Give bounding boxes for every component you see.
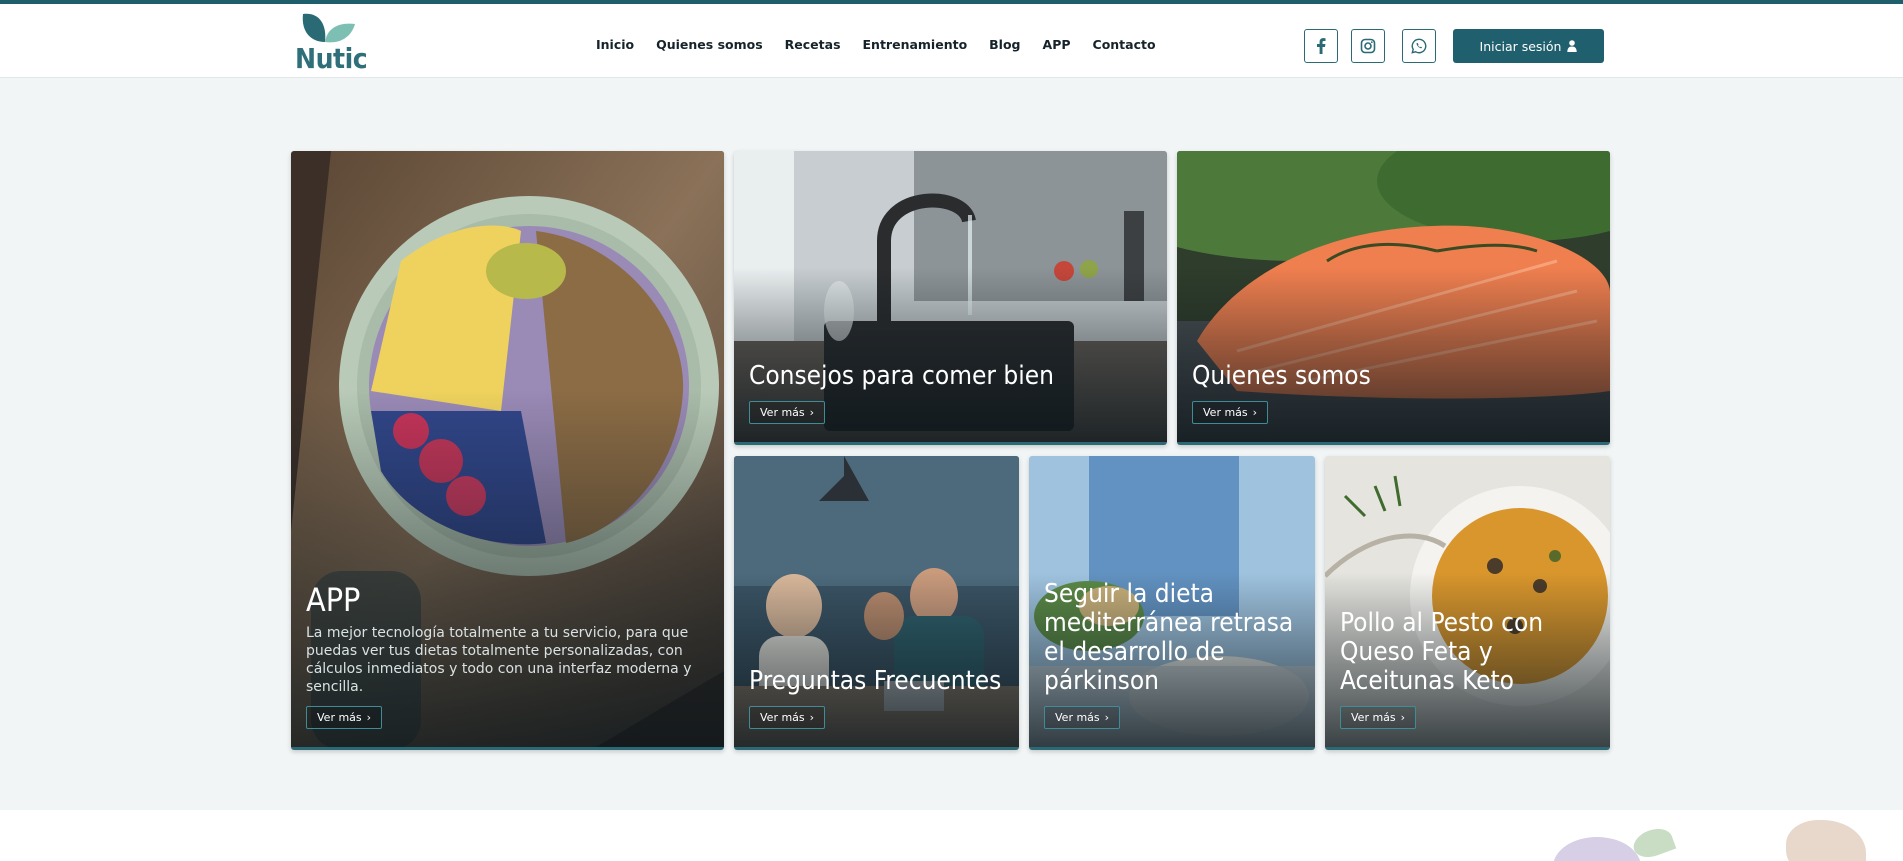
leaf-icon bbox=[302, 13, 355, 43]
instagram-icon bbox=[1360, 38, 1376, 54]
card-dieta-mediterranea[interactable]: Seguir la dieta mediterránea retrasa el … bbox=[1029, 456, 1315, 750]
logo-text: Nutic bbox=[295, 42, 368, 75]
chevron-right-icon: › bbox=[1104, 711, 1110, 724]
card-description: La mejor tecnología totalmente a tu serv… bbox=[306, 625, 692, 695]
card-title: Pollo al Pesto con Queso Feta y Aceituna… bbox=[1340, 608, 1544, 696]
user-icon bbox=[1567, 40, 1578, 52]
ver-mas-label: Ver más bbox=[1055, 711, 1100, 724]
card-content: Pollo al Pesto con Queso Feta y Aceituna… bbox=[1340, 609, 1595, 729]
nav-item-app[interactable]: APP bbox=[1032, 33, 1082, 57]
nav-item-contacto[interactable]: Contacto bbox=[1082, 33, 1167, 57]
ver-mas-label: Ver más bbox=[760, 406, 805, 419]
login-button[interactable]: Iniciar sesión bbox=[1453, 29, 1604, 63]
card-title: APP bbox=[306, 581, 361, 619]
card-content: Preguntas Frecuentes Ver más › bbox=[749, 667, 1004, 729]
ver-mas-button[interactable]: Ver más › bbox=[306, 706, 383, 729]
facebook-icon bbox=[1317, 38, 1326, 54]
nav-item-recetas[interactable]: Recetas bbox=[774, 33, 852, 57]
card-content: APP La mejor tecnología totalmente a tu … bbox=[306, 582, 709, 729]
card-title: Preguntas Frecuentes bbox=[749, 666, 1002, 696]
facebook-button[interactable] bbox=[1304, 29, 1338, 63]
ver-mas-button[interactable]: Ver más › bbox=[1340, 706, 1417, 729]
card-title: Seguir la dieta mediterránea retrasa el … bbox=[1044, 579, 1294, 696]
logo[interactable]: Nutic bbox=[295, 12, 368, 75]
ver-mas-button[interactable]: Ver más › bbox=[1044, 706, 1121, 729]
card-app[interactable]: APP La mejor tecnología totalmente a tu … bbox=[291, 151, 724, 750]
ver-mas-button[interactable]: Ver más › bbox=[1192, 401, 1269, 424]
nav-item-blog[interactable]: Blog bbox=[978, 33, 1031, 57]
card-preguntas-frecuentes[interactable]: Preguntas Frecuentes Ver más › bbox=[734, 456, 1019, 750]
card-pollo-pesto[interactable]: Pollo al Pesto con Queso Feta y Aceituna… bbox=[1325, 456, 1610, 750]
card-content: Consejos para comer bien Ver más › bbox=[749, 362, 1152, 424]
chevron-right-icon: › bbox=[809, 406, 815, 419]
card-content: Seguir la dieta mediterránea retrasa el … bbox=[1044, 580, 1300, 729]
chevron-right-icon: › bbox=[809, 711, 815, 724]
ver-mas-button[interactable]: Ver más › bbox=[749, 706, 826, 729]
card-consejos[interactable]: Consejos para comer bien Ver más › bbox=[734, 151, 1167, 445]
card-title: Consejos para comer bien bbox=[749, 361, 1055, 391]
ver-mas-button[interactable]: Ver más › bbox=[749, 401, 826, 424]
instagram-button[interactable] bbox=[1351, 29, 1385, 63]
site-header: Nutic Inicio Quienes somos Recetas Entre… bbox=[0, 4, 1903, 78]
main-nav: Inicio Quienes somos Recetas Entrenamien… bbox=[585, 33, 1167, 57]
ver-mas-label: Ver más bbox=[1203, 406, 1248, 419]
chevron-right-icon: › bbox=[1252, 406, 1258, 419]
login-button-label: Iniciar sesión bbox=[1479, 38, 1562, 54]
nav-item-entrenamiento[interactable]: Entrenamiento bbox=[852, 33, 979, 57]
chevron-right-icon: › bbox=[1400, 711, 1406, 724]
ver-mas-label: Ver más bbox=[317, 711, 362, 724]
nav-item-quienes-somos[interactable]: Quienes somos bbox=[645, 33, 774, 57]
whatsapp-icon bbox=[1411, 38, 1427, 54]
card-content: Quienes somos Ver más › bbox=[1192, 362, 1595, 424]
ver-mas-label: Ver más bbox=[760, 711, 805, 724]
card-title: Quienes somos bbox=[1192, 361, 1371, 391]
whatsapp-button[interactable] bbox=[1402, 29, 1436, 63]
card-quienes-somos[interactable]: Quienes somos Ver más › bbox=[1177, 151, 1610, 445]
nav-item-inicio[interactable]: Inicio bbox=[585, 33, 645, 57]
chevron-right-icon: › bbox=[366, 711, 372, 724]
ver-mas-label: Ver más bbox=[1351, 711, 1396, 724]
